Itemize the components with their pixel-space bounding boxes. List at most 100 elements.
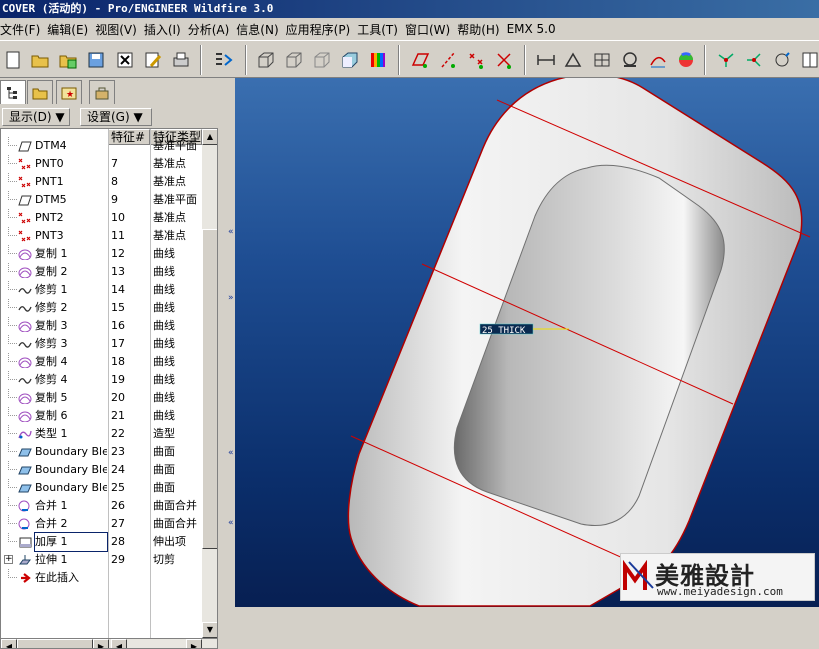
graphics-viewport[interactable]: 25 THICK — [235, 78, 819, 607]
open-folder-button[interactable] — [30, 50, 50, 70]
tree-row[interactable]: 类型 1 22 造型 — [1, 425, 217, 443]
datum-axis-icon — [441, 52, 455, 68]
view-hidden-line-button[interactable] — [284, 50, 304, 70]
trim-feature-icon — [18, 288, 32, 294]
window-tile-button[interactable] — [800, 50, 819, 70]
settings-dropdown[interactable]: 设置(G) ▼ — [80, 108, 152, 126]
menu-item[interactable]: 分析(A) — [188, 21, 237, 38]
tab-folder-browser[interactable] — [27, 80, 53, 104]
connect-curve-button[interactable] — [744, 50, 764, 70]
feature-number: 26 — [111, 499, 125, 512]
scroll-right-button[interactable]: ▶ — [93, 639, 109, 648]
tree-row[interactable]: Boundary Ble 23 曲面 — [1, 443, 217, 461]
collapse-arrow-icon: « — [228, 448, 234, 458]
feature-name: DTM5 — [35, 193, 67, 206]
menu-item[interactable]: 插入(I) — [144, 21, 188, 38]
menu-item[interactable]: 应用程序(P) — [286, 21, 358, 38]
tree-row[interactable]: DTM4 基准平面 — [1, 137, 217, 155]
surface-analysis-button[interactable] — [676, 50, 696, 70]
scroll-thumb[interactable] — [202, 229, 217, 549]
feature-name: 复制 6 — [35, 409, 68, 422]
scroll-left-button-2[interactable]: ◀ — [111, 639, 127, 648]
tab-model-tree[interactable] — [0, 80, 26, 104]
measure-distance-button[interactable] — [536, 50, 556, 70]
tree-row[interactable]: 加厚 1 28 伸出项 — [1, 532, 217, 552]
tree-row[interactable]: 复制 6 21 曲线 — [1, 407, 217, 425]
tree-row[interactable]: 复制 4 18 曲线 — [1, 353, 217, 371]
tree-row[interactable]: 复制 5 20 曲线 — [1, 389, 217, 407]
tab-favorites[interactable]: ★ — [56, 80, 82, 104]
view-shaded-icon — [342, 52, 358, 68]
tree-row[interactable]: 合并 1 26 曲面合并 — [1, 497, 217, 515]
tree-row[interactable]: Boundary Ble 25 曲面 — [1, 479, 217, 497]
datum-point-button[interactable] — [466, 50, 486, 70]
tree-row[interactable]: 复制 3 16 曲线 — [1, 317, 217, 335]
feature-number: 12 — [111, 247, 125, 260]
tree-row[interactable]: + 拉伸 1 29 切剪 — [1, 551, 217, 569]
tree-connector — [8, 227, 17, 236]
coordinate-system-button[interactable] — [494, 50, 514, 70]
tree-row[interactable]: PNT0 7 基准点 — [1, 155, 217, 173]
open-session-button[interactable] — [58, 50, 78, 70]
tree-row[interactable]: 复制 1 12 曲线 — [1, 245, 217, 263]
repeat-button[interactable] — [772, 50, 792, 70]
measure-angle-button[interactable] — [563, 50, 583, 70]
feature-type: 曲线 — [153, 373, 175, 386]
tree-connector — [8, 281, 17, 290]
close-window-icon — [117, 52, 133, 68]
scroll-right-button-2[interactable]: ▶ — [186, 639, 202, 648]
window-tile-icon — [802, 52, 818, 68]
edit-button[interactable] — [143, 50, 163, 70]
menu-item[interactable]: 信息(N) — [236, 21, 285, 38]
print-button[interactable] — [171, 50, 191, 70]
tree-vertical-scrollbar[interactable]: ▲ ▼ — [202, 129, 217, 638]
menu-item[interactable]: 帮助(H) — [457, 21, 506, 38]
menu-item[interactable]: 视图(V) — [95, 21, 144, 38]
tree-row[interactable]: 修剪 3 17 曲线 — [1, 335, 217, 353]
tree-row[interactable]: DTM5 9 基准平面 — [1, 191, 217, 209]
view-wireframe-button[interactable] — [256, 50, 276, 70]
tab-connections[interactable] — [89, 80, 115, 104]
scroll-left-button[interactable]: ◀ — [1, 639, 17, 648]
expand-toggle[interactable]: + — [4, 555, 13, 564]
tree-row[interactable]: 修剪 1 14 曲线 — [1, 281, 217, 299]
view-shaded-button[interactable] — [340, 50, 360, 70]
save-button[interactable] — [86, 50, 106, 70]
tree-row[interactable]: 修剪 4 19 曲线 — [1, 371, 217, 389]
tree-row[interactable]: 在此插入 — [1, 569, 217, 587]
view-color-button[interactable] — [368, 50, 388, 70]
tree-connector — [8, 155, 17, 164]
menu-item[interactable]: 文件(F) — [0, 21, 47, 38]
tree-row[interactable]: PNT3 11 基准点 — [1, 227, 217, 245]
curve-analysis-button[interactable] — [648, 50, 668, 70]
datum-plane-button[interactable] — [410, 50, 430, 70]
panel-splitter[interactable]: « » « « — [219, 78, 235, 607]
feature-type: 曲线 — [153, 301, 175, 314]
tree-row[interactable]: 合并 2 27 曲面合并 — [1, 515, 217, 533]
display-dropdown[interactable]: 显示(D) ▼ — [2, 108, 70, 126]
menu-item[interactable]: 编辑(E) — [47, 21, 95, 38]
scroll-down-button[interactable]: ▼ — [202, 622, 217, 638]
tree-row[interactable]: PNT2 10 基准点 — [1, 209, 217, 227]
sketch-tool-button[interactable] — [716, 50, 736, 70]
menu-item[interactable]: EMX 5.0 — [507, 22, 563, 36]
view-no-hidden-icon — [314, 52, 330, 68]
tree-horizontal-scrollbar[interactable]: ◀ ▶ ◀ ▶ — [1, 638, 217, 648]
tree-row[interactable]: Boundary Ble 24 曲面 — [1, 461, 217, 479]
new-file-button[interactable] — [3, 50, 23, 70]
tree-row[interactable]: 复制 2 13 曲线 — [1, 263, 217, 281]
hscroll-thumb[interactable] — [17, 639, 93, 648]
scroll-up-button[interactable]: ▲ — [202, 129, 217, 145]
measure-area-button[interactable] — [592, 50, 612, 70]
menu-item[interactable]: 工具(T) — [357, 21, 405, 38]
regenerate-button[interactable] — [213, 50, 233, 70]
datum-axis-button[interactable] — [438, 50, 458, 70]
tree-row[interactable]: PNT1 8 基准点 — [1, 173, 217, 191]
mass-properties-button[interactable] — [620, 50, 640, 70]
save-icon — [88, 52, 104, 68]
menu-item[interactable]: 窗口(W) — [405, 21, 457, 38]
close-window-button[interactable] — [115, 50, 135, 70]
view-no-hidden-button[interactable] — [312, 50, 332, 70]
tree-row[interactable]: 修剪 2 15 曲线 — [1, 299, 217, 317]
feature-type: 基准平面 — [153, 193, 197, 206]
